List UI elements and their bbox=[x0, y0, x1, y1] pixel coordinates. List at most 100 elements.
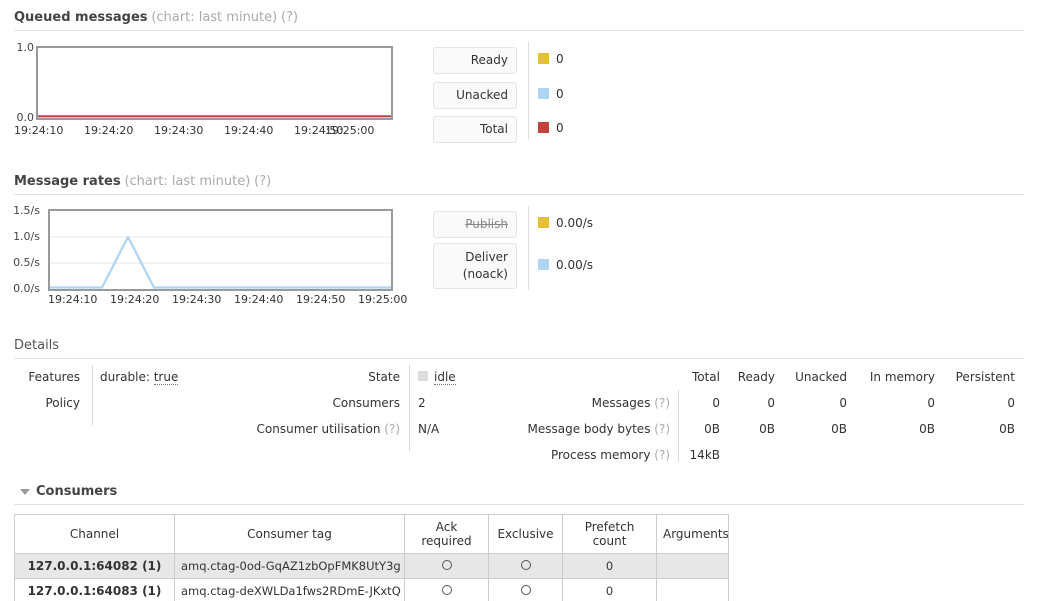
circle-unchecked-icon bbox=[520, 585, 531, 595]
stats-bytes-unacked: 0B bbox=[831, 422, 847, 436]
stats-col-in-memory: In memory bbox=[869, 370, 935, 384]
qm-ytick-top: 1.0 bbox=[16, 41, 35, 54]
mr-ytick-3: 1.5/s bbox=[13, 204, 40, 217]
chevron-down-icon[interactable] bbox=[20, 489, 30, 495]
stats-body-bytes-text: Message body bytes bbox=[527, 422, 655, 436]
legend-value-publish-text: 0.00/s bbox=[556, 216, 594, 230]
consumers-col-ack-required[interactable]: Ack required bbox=[404, 514, 489, 554]
details-heading: Details bbox=[14, 338, 1024, 359]
table-row[interactable]: 127.0.0.1:64082 (1) amq.ctag-0od-GqAZ1zb… bbox=[14, 553, 729, 579]
queued-messages-legend-divider bbox=[528, 42, 529, 140]
legend-value-ready: 0 bbox=[538, 52, 564, 66]
consumers-table-header-row: Channel Consumer tag Ack required Exclus… bbox=[14, 514, 729, 554]
state-square-icon bbox=[418, 371, 428, 381]
qm-xtick-3: 19:24:40 bbox=[224, 124, 274, 137]
stats-messages-in-memory: 0 bbox=[927, 396, 935, 410]
consumer-channel[interactable]: 127.0.0.1:64083 (1) bbox=[14, 578, 175, 601]
consumers-heading[interactable]: Consumers bbox=[14, 484, 1024, 505]
mr-xtick-0: 19:24:10 bbox=[48, 293, 98, 306]
stats-row-label-process-memory: Process memory (?) bbox=[450, 448, 670, 462]
legend-button-deliver-noack[interactable]: Deliver (noack) bbox=[433, 243, 517, 289]
stats-messages-persistent: 0 bbox=[1007, 396, 1015, 410]
qm-ytick-bottom: 0.0 bbox=[16, 111, 35, 124]
consumer-exclusive bbox=[488, 578, 563, 601]
queued-messages-subtitle: (chart: last minute) bbox=[151, 10, 278, 25]
consumers-col-exclusive[interactable]: Exclusive bbox=[488, 514, 563, 554]
qm-plot-svg bbox=[38, 115, 391, 118]
qm-plot-area bbox=[36, 46, 393, 120]
qm-xtick-5: 19:25:00 bbox=[325, 124, 375, 137]
legend-button-publish[interactable]: Publish bbox=[433, 211, 517, 238]
consumer-channel[interactable]: 127.0.0.1:64082 (1) bbox=[14, 553, 175, 579]
queued-messages-title: Queued messages bbox=[14, 10, 148, 25]
consumers-table: Channel Consumer tag Ack required Exclus… bbox=[14, 514, 729, 601]
table-row[interactable]: 127.0.0.1:64083 (1) amq.ctag-deXWLDa1fws… bbox=[14, 578, 729, 601]
consumers-col-channel[interactable]: Channel bbox=[14, 514, 175, 554]
details-features-prefix: durable: bbox=[100, 370, 154, 384]
legend-button-unacked[interactable]: Unacked bbox=[433, 82, 517, 109]
qm-xtick-0: 19:24:10 bbox=[14, 124, 64, 137]
stats-row-label-messages: Messages (?) bbox=[450, 396, 670, 410]
consumer-prefetch-count: 0 bbox=[562, 553, 657, 579]
details-label-features: Features bbox=[28, 370, 80, 384]
stats-col-persistent: Persistent bbox=[955, 370, 1015, 384]
swatch-publish-icon bbox=[538, 217, 549, 228]
stats-process-memory-text: Process memory bbox=[550, 448, 655, 462]
legend-value-total: 0 bbox=[538, 121, 564, 135]
swatch-ready-icon bbox=[538, 53, 549, 64]
legend-value-publish: 0.00/s bbox=[538, 216, 593, 230]
stats-bytes-in-memory: 0B bbox=[919, 422, 935, 436]
details-label-consumers: Consumers bbox=[332, 396, 400, 410]
mr-xtick-1: 19:24:20 bbox=[110, 293, 160, 306]
legend-value-ready-text: 0 bbox=[556, 52, 564, 66]
legend-button-deliver-noack-label: Deliver (noack) bbox=[462, 250, 508, 281]
swatch-total-icon bbox=[538, 122, 549, 133]
queued-messages-help-icon[interactable]: (?) bbox=[281, 10, 298, 25]
legend-value-total-text: 0 bbox=[556, 121, 564, 135]
details-label-consumer-utilisation: Consumer utilisation (?) bbox=[200, 422, 400, 436]
mr-ytick-2: 1.0/s bbox=[13, 230, 40, 243]
message-rates-subtitle: (chart: last minute) bbox=[124, 174, 251, 189]
circle-unchecked-icon bbox=[441, 585, 452, 595]
mr-xtick-3: 19:24:40 bbox=[234, 293, 284, 306]
legend-value-unacked-text: 0 bbox=[556, 87, 564, 101]
legend-button-total[interactable]: Total bbox=[433, 116, 517, 143]
stats-bytes-persistent: 0B bbox=[999, 422, 1015, 436]
consumer-ack-required bbox=[404, 553, 489, 579]
swatch-unacked-icon bbox=[538, 88, 549, 99]
consumers-col-consumer-tag[interactable]: Consumer tag bbox=[174, 514, 405, 554]
legend-value-deliver-noack: 0.00/s bbox=[538, 258, 593, 272]
legend-value-unacked: 0 bbox=[538, 87, 564, 101]
details-label-policy: Policy bbox=[45, 396, 80, 410]
details-label-state: State bbox=[368, 370, 400, 384]
mr-plot-area bbox=[48, 209, 393, 291]
consumer-ack-required bbox=[404, 578, 489, 601]
details-consumer-utilisation-text: Consumer utilisation bbox=[256, 422, 385, 436]
consumer-utilisation-help-icon[interactable]: (?) bbox=[384, 422, 400, 436]
queued-messages-heading: Queued messages (chart: last minute) (?) bbox=[14, 10, 1024, 31]
swatch-deliver-icon bbox=[538, 259, 549, 270]
mr-ytick-0: 0.0/s bbox=[13, 282, 40, 295]
circle-unchecked-icon bbox=[520, 560, 531, 570]
details-mid-divider bbox=[409, 365, 410, 451]
message-rates-help-icon[interactable]: (?) bbox=[254, 174, 271, 189]
message-rates-heading: Message rates (chart: last minute) (?) bbox=[14, 174, 1024, 195]
legend-button-ready[interactable]: Ready bbox=[433, 47, 517, 74]
details-value-state: idle bbox=[418, 370, 456, 385]
details-value-features: durable: true bbox=[100, 370, 179, 385]
details-features-link[interactable]: true bbox=[153, 370, 179, 385]
stats-row-label-message-body-bytes: Message body bytes (?) bbox=[450, 422, 670, 436]
details-title: Details bbox=[14, 338, 60, 353]
mr-plot-svg bbox=[50, 235, 391, 289]
consumers-title: Consumers bbox=[36, 484, 118, 499]
consumers-col-prefetch-count[interactable]: Prefetch count bbox=[562, 514, 657, 554]
qm-xtick-1: 19:24:20 bbox=[84, 124, 134, 137]
consumers-col-arguments[interactable]: Arguments bbox=[656, 514, 729, 554]
circle-unchecked-icon bbox=[441, 560, 452, 570]
mr-xtick-4: 19:24:50 bbox=[296, 293, 346, 306]
legend-value-deliver-noack-text: 0.00/s bbox=[556, 258, 594, 272]
details-state-text[interactable]: idle bbox=[434, 370, 456, 385]
consumer-tag: amq.ctag-0od-GqAZ1zbOpFMK8UtY3g bbox=[174, 553, 405, 579]
mr-xtick-5: 19:25:00 bbox=[358, 293, 408, 306]
consumer-arguments bbox=[656, 578, 729, 601]
